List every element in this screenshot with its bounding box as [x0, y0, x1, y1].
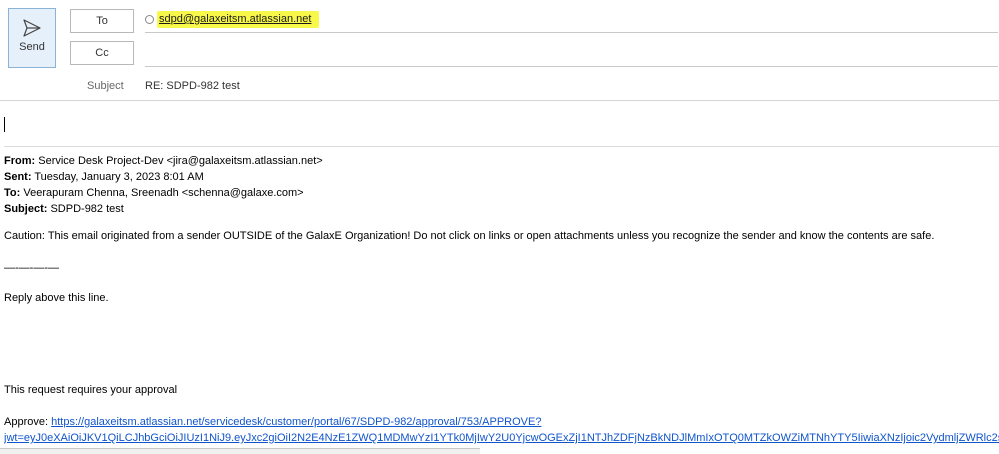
from-line: From: Service Desk Project-Dev <jira@gal… — [4, 153, 994, 169]
approval-request-text: This request requires your approval — [4, 384, 178, 396]
horizontal-scrollbar[interactable] — [0, 448, 480, 454]
recipient-chip[interactable]: sdpd@galaxeitsm.atlassian.net — [145, 11, 320, 28]
reply-line: Reply above this line. — [4, 292, 109, 304]
to-line: To: Veerapuram Chenna, Sreenadh <schenna… — [4, 185, 994, 201]
presence-icon — [145, 15, 154, 24]
quoted-subject-label: Subject: — [4, 203, 48, 215]
header-divider — [0, 100, 999, 101]
subject-label: Subject — [87, 80, 124, 92]
to-label: To: — [4, 187, 21, 199]
quoted-header: From: Service Desk Project-Dev <jira@gal… — [4, 153, 994, 217]
to-field[interactable]: sdpd@galaxeitsm.atlassian.net — [145, 9, 998, 33]
approve-line: Approve: https://galaxeitsm.atlassian.ne… — [4, 416, 541, 428]
approve-link-continuation[interactable]: jwt=eyJ0eXAiOiJKV1QiLCJhbGciOiJIUzI1NiJ9… — [4, 432, 999, 444]
text-cursor — [4, 117, 5, 132]
sent-line: Sent: Tuesday, January 3, 2023 8:01 AM — [4, 169, 994, 185]
quoted-subject-value: SDPD-982 test — [50, 203, 124, 215]
approve-label: Approve: — [4, 416, 49, 428]
approve-link[interactable]: https://galaxeitsm.atlassian.net/service… — [51, 416, 541, 428]
subject-input[interactable]: RE: SDPD-982 test — [145, 80, 240, 92]
recipient-address[interactable]: sdpd@galaxeitsm.atlassian.net — [157, 11, 320, 28]
sent-value: Tuesday, January 3, 2023 8:01 AM — [34, 171, 204, 183]
to-value: Veerapuram Chenna, Sreenadh <schenna@gal… — [23, 187, 304, 199]
caution-notice: Caution: This email originated from a se… — [4, 230, 935, 242]
send-button[interactable]: Send — [8, 8, 56, 68]
dash-separator: —-—-—-— — [4, 262, 59, 274]
cc-field[interactable] — [145, 43, 998, 67]
send-icon — [23, 19, 41, 37]
from-label: From: — [4, 155, 36, 167]
cc-button[interactable]: Cc — [70, 41, 134, 65]
sent-label: Sent: — [4, 171, 32, 183]
from-value: Service Desk Project-Dev <jira@galaxeits… — [38, 155, 323, 167]
subject-line: Subject: SDPD-982 test — [4, 201, 994, 217]
to-button[interactable]: To — [70, 9, 134, 33]
send-label: Send — [19, 41, 45, 53]
quote-separator — [4, 146, 999, 147]
